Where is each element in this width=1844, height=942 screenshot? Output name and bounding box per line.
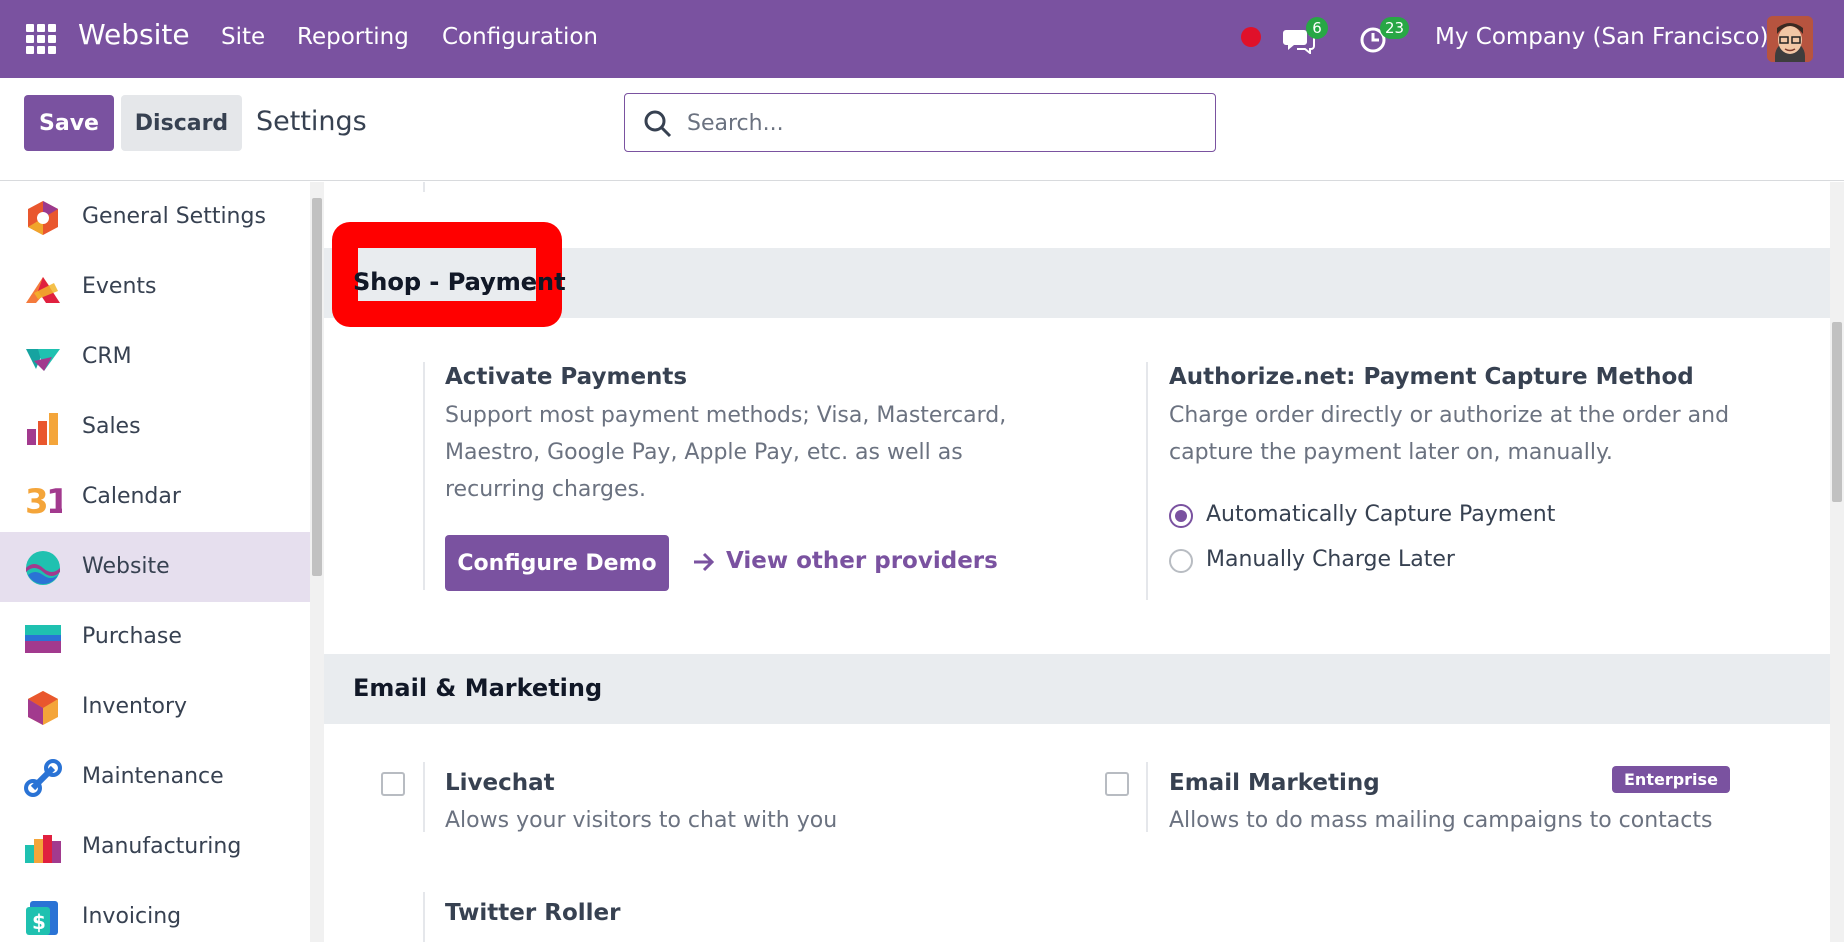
settings-content: Shop - Payment Shop - Payment Activate P…: [324, 182, 1830, 942]
activity-count-badge: 23: [1380, 17, 1410, 39]
svg-text:$: $: [32, 910, 46, 934]
sidebar-scrollbar-thumb[interactable]: [312, 198, 322, 576]
company-switcher[interactable]: My Company (San Francisco): [1435, 24, 1768, 50]
radio-automatically-capture[interactable]: [1169, 504, 1193, 528]
sidebar-scrollbar[interactable]: [310, 182, 324, 942]
content-scrollbar[interactable]: [1830, 182, 1844, 942]
highlighted-section-title: Shop - Payment: [353, 268, 566, 296]
inventory-icon: [28, 691, 58, 725]
radio-label-manually-charge[interactable]: Manually Charge Later: [1206, 547, 1455, 572]
sidebar-item-label: Inventory: [82, 694, 188, 719]
setting-title-livechat: Livechat: [445, 770, 555, 796]
search-box[interactable]: [624, 93, 1216, 152]
email-marketing-checkbox[interactable]: [1105, 772, 1129, 796]
sidebar-item-label: General Settings: [82, 204, 266, 229]
search-input[interactable]: [687, 106, 1187, 140]
apps-menu-icon[interactable]: [26, 24, 56, 54]
sidebar-item-sales[interactable]: Sales: [0, 392, 310, 462]
sidebar-item-events[interactable]: Events: [0, 252, 310, 322]
manufacturing-icon: [25, 835, 61, 863]
status-dot-icon[interactable]: [1241, 27, 1261, 47]
save-button[interactable]: Save: [24, 95, 114, 151]
setting-divider: [423, 762, 425, 832]
sidebar-item-general-settings[interactable]: General Settings: [0, 182, 310, 252]
sales-icon: [27, 413, 58, 445]
livechat-checkbox[interactable]: [381, 772, 405, 796]
enterprise-badge: Enterprise: [1612, 766, 1730, 793]
sidebar-item-label: CRM: [82, 344, 132, 369]
sidebar-item-manufacturing[interactable]: Manufacturing: [0, 812, 310, 882]
sidebar-item-label: Sales: [82, 414, 141, 439]
sidebar-item-website[interactable]: Website: [0, 532, 310, 602]
top-navbar: Website Site Reporting Configuration 6 2…: [0, 0, 1844, 78]
website-icon: [26, 551, 60, 585]
sidebar-item-maintenance[interactable]: Maintenance: [0, 742, 310, 812]
section-title: Email & Marketing: [353, 674, 603, 702]
chat-count-badge: 6: [1306, 17, 1328, 39]
menu-site[interactable]: Site: [221, 24, 265, 50]
user-avatar[interactable]: [1767, 16, 1813, 62]
sidebar-item-invoicing[interactable]: $ Invoicing: [0, 882, 310, 942]
setting-divider: [423, 182, 425, 192]
discard-button[interactable]: Discard: [121, 95, 242, 151]
sidebar-item-label: Manufacturing: [82, 834, 242, 859]
setting-desc-activate-payments: Support most payment methods; Visa, Mast…: [445, 403, 1007, 502]
setting-divider: [1146, 762, 1148, 832]
calendar-icon: 3 1: [25, 482, 62, 517]
page-title: Settings: [256, 106, 367, 137]
setting-desc-capture-method: Charge order directly or authorize at th…: [1169, 403, 1730, 465]
view-other-providers-link[interactable]: View other providers: [726, 548, 998, 574]
setting-title-capture-method: Authorize.net: Payment Capture Method: [1169, 364, 1694, 390]
radio-manually-charge[interactable]: [1169, 549, 1193, 573]
maintenance-icon: [24, 759, 62, 797]
radio-label-automatically-capture[interactable]: Automatically Capture Payment: [1206, 502, 1555, 527]
content-scrollbar-thumb[interactable]: [1832, 322, 1842, 502]
sidebar-item-label: Maintenance: [82, 764, 224, 789]
general-settings-icon: [28, 201, 58, 235]
sidebar-item-label: Events: [82, 274, 157, 299]
sidebar-item-label: Website: [82, 554, 170, 579]
setting-divider: [423, 892, 425, 942]
menu-reporting[interactable]: Reporting: [297, 24, 409, 50]
sidebar-item-label: Calendar: [82, 484, 181, 509]
sidebar-item-purchase[interactable]: Purchase: [0, 602, 310, 672]
svg-text:1: 1: [46, 482, 62, 517]
setting-desc-livechat: Alows your visitors to chat with you: [445, 808, 838, 833]
configure-demo-button[interactable]: Configure Demo: [445, 535, 669, 591]
setting-divider: [423, 362, 425, 590]
setting-desc-email-marketing: Allows to do mass mailing campaigns to c…: [1169, 808, 1713, 833]
setting-divider: [1146, 362, 1148, 600]
search-icon: [644, 110, 672, 138]
events-icon: [26, 277, 60, 303]
setting-title-activate-payments: Activate Payments: [445, 364, 688, 390]
invoicing-icon: $: [26, 901, 58, 935]
sidebar-item-calendar[interactable]: 3 1 Calendar: [0, 462, 310, 532]
control-panel: Save Discard Settings: [0, 78, 1844, 181]
section-email-marketing-header: Email & Marketing: [324, 654, 1830, 724]
setting-title-twitter-roller: Twitter Roller: [445, 900, 621, 926]
menu-configuration[interactable]: Configuration: [442, 24, 598, 50]
app-brand[interactable]: Website: [78, 18, 190, 51]
crm-icon: [26, 349, 60, 371]
setting-title-email-marketing: Email Marketing: [1169, 770, 1380, 796]
settings-sidebar: General Settings Events CRM Sales 3 1 Ca…: [0, 182, 310, 942]
sidebar-item-label: Invoicing: [82, 904, 182, 929]
sidebar-item-crm[interactable]: CRM: [0, 322, 310, 392]
arrow-right-icon: [694, 552, 715, 572]
sidebar-item-label: Purchase: [82, 624, 182, 649]
sidebar-item-inventory[interactable]: Inventory: [0, 672, 310, 742]
purchase-icon: [25, 625, 61, 653]
